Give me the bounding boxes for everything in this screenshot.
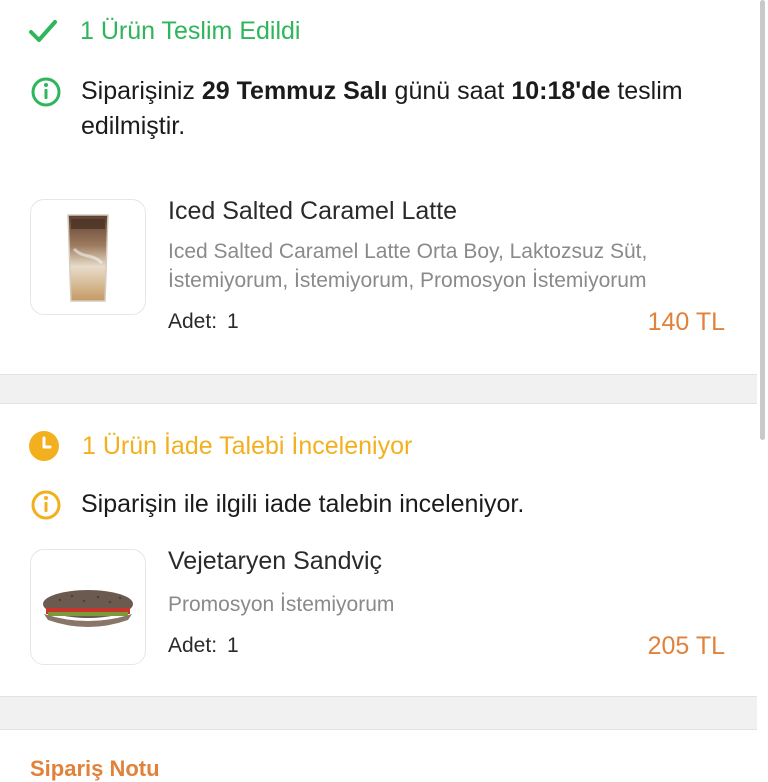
info-prefix: Siparişiniz (81, 77, 202, 105)
delivery-time: 10:18'de (511, 77, 611, 105)
clock-icon (28, 430, 60, 462)
latte-cup-image (67, 214, 109, 302)
delivered-info-text: Siparişiniz 29 Temmuz Salı günü saat 10:… (81, 74, 731, 144)
section-divider (0, 696, 757, 730)
delivered-status-text: 1 Ürün Teslim Edildi (80, 16, 301, 45)
scrollbar[interactable] (760, 0, 765, 440)
product-name: Iced Salted Caramel Latte (168, 197, 458, 225)
qty-value: 1 (227, 634, 239, 657)
delivered-card: 1 Ürün Teslim Edildi Siparişiniz 29 Temm… (0, 0, 757, 374)
product-image-latte (30, 199, 146, 315)
delivered-info: Siparişiniz 29 Temmuz Salı günü saat 10:… (30, 74, 731, 144)
check-icon (28, 16, 58, 46)
refund-card: 1 Ürün İade Talebi İnceleniyor Siparişin… (0, 404, 757, 696)
info-circle-icon (30, 489, 62, 521)
product-image-sandwich (30, 549, 146, 665)
section-divider (0, 374, 757, 404)
refund-status-text: 1 Ürün İade Talebi İnceleniyor (82, 431, 413, 460)
refund-info: Siparişin ile ilgili iade talebin incele… (30, 487, 524, 522)
order-note-title: Sipariş Notu (30, 756, 160, 781)
product-description: Promosyon İstemiyorum (168, 593, 395, 616)
qty-label: Adet: (168, 310, 218, 333)
product-quantity: Adet: 1 (168, 310, 239, 334)
product-price: 205 TL (647, 632, 725, 660)
qty-value: 1 (227, 310, 239, 333)
delivery-date: 29 Temmuz Salı (201, 77, 388, 105)
product-quantity: Adet: 1 (168, 634, 239, 658)
sandwich-image (43, 590, 133, 627)
qty-label: Adet: (168, 634, 218, 657)
info-mid: günü saat (387, 77, 512, 105)
product-price: 140 TL (647, 308, 725, 336)
refund-info-text: Siparişin ile ilgili iade talebin incele… (81, 490, 525, 518)
product-name: Vejetaryen Sandviç (168, 547, 383, 575)
product-description: Iced Salted Caramel Latte Orta Boy, Lakt… (168, 240, 648, 292)
info-circle-icon (30, 76, 62, 108)
refund-status: 1 Ürün İade Talebi İnceleniyor (28, 430, 412, 462)
delivered-status: 1 Ürün Teslim Edildi (28, 16, 300, 46)
